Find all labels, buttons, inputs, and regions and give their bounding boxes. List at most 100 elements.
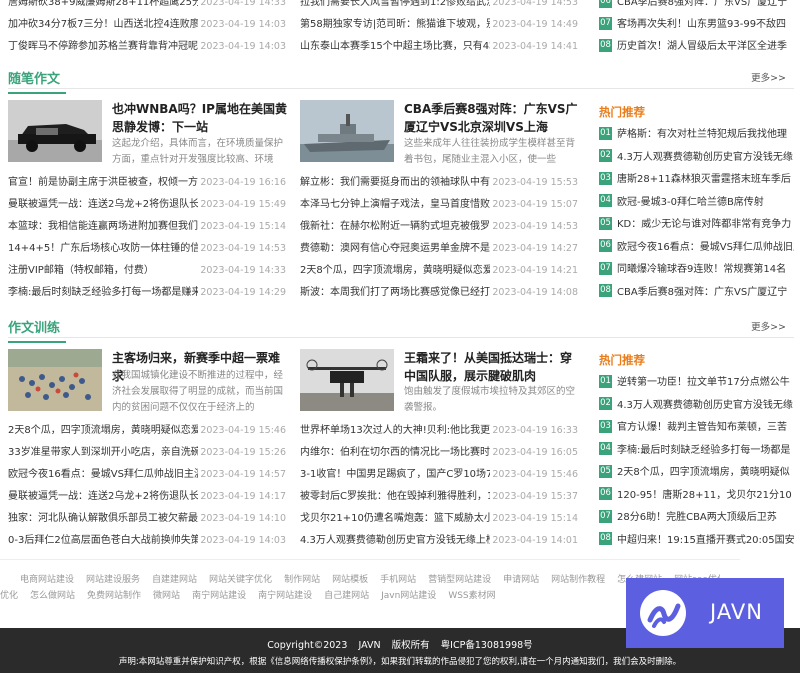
- friend-link[interactable]: 自建建网站: [152, 575, 197, 585]
- news-item[interactable]: 戈贝尔21+10仍遭名嘴炮轰：篮下威胁太小不 2023-04-19 15:14: [300, 508, 578, 530]
- friend-link[interactable]: 网站制作教程: [551, 575, 605, 585]
- news-item[interactable]: 本泽马七分钟上演帽子戏法，皇马首度惜败！ 2023-04-19 15:07: [300, 194, 578, 216]
- feature-title[interactable]: 王霜来了！从美国抵达瑞士：穿中国队服，展示腱破肌肉: [404, 349, 582, 385]
- hot-title[interactable]: 120-95！唐斯28+11，戈贝尔21分10: [617, 490, 792, 501]
- news-item[interactable]: 世界杯单场13次过人的大神!贝利:他比我更伟 2023-04-19 16:33: [300, 420, 578, 442]
- news-title[interactable]: 俄新社：在赫尔松附近一辆豹式坦克被俄罗斯: [300, 216, 490, 238]
- news-title[interactable]: 曼联被逼凭一战：连送2乌龙+2将伤退队长灾: [8, 194, 198, 216]
- friend-link[interactable]: 南宁网站建设: [258, 591, 312, 601]
- news-title[interactable]: 费德勒：澳网有信心夺冠奥运男单金牌不是必: [300, 238, 490, 260]
- news-item[interactable]: 本篮球：我相信能连赢两场进附加赛但我们得服 2023-04-19 15:14: [8, 216, 286, 238]
- hot-title[interactable]: 客场再次失利！山东男篮93-99不敌四: [617, 19, 786, 30]
- hot-title[interactable]: CBA季后赛8强对阵：广东VS广厦辽宁: [617, 0, 787, 8]
- hot-title[interactable]: 欧冠-曼城3-0拜仁哈兰德B席传射: [617, 197, 764, 208]
- news-title[interactable]: 本泽马七分钟上演帽子戏法，皇马首度惜败！: [300, 194, 490, 216]
- news-title[interactable]: 内维尔：伯利在切尔西的情况比一场比赛时更: [300, 442, 490, 464]
- news-title[interactable]: 欧冠今夜16看点：曼城VS拜仁瓜帅战旧主温米: [8, 464, 198, 486]
- friend-link[interactable]: WSS素材网: [448, 591, 495, 601]
- news-title[interactable]: 世界杯单场13次过人的大神!贝利:他比我更伟: [300, 420, 490, 442]
- hot-title[interactable]: 李楠:最后时刻缺乏经验多打每一场都是: [617, 445, 790, 456]
- hot-title[interactable]: CBA季后赛8强对阵：广东VS广厦辽宁: [617, 287, 787, 298]
- feature-title[interactable]: CBA季后赛8强对阵：广东VS广厦辽宁VS北京深圳VS上海: [404, 100, 582, 136]
- javn-badge[interactable]: JAVN: [626, 578, 784, 648]
- news-title[interactable]: 本篮球：我相信能连赢两场进附加赛但我们得服: [8, 216, 198, 238]
- news-item[interactable]: 拉我们需要长大风雪暂停遇到1:2惨败给武汉三 2023-04-19 14:53: [300, 0, 578, 14]
- hot-title[interactable]: 历史首次！湖人冒级后太平洋区全进季: [617, 41, 787, 52]
- friend-link[interactable]: 营销型网站建设: [428, 575, 491, 585]
- news-item[interactable]: 2天8个瓜，四字顶流塌房，黄晓明疑似恋爱， 2023-04-19 14:21: [300, 260, 578, 282]
- news-item[interactable]: 2天8个瓜，四字顶流塌房，黄晓明疑似恋爱， 2023-04-19 15:46: [8, 420, 286, 442]
- news-title[interactable]: 加冲砍34分7板7三分！山西送北控4连败廖三: [8, 14, 198, 36]
- hot-item[interactable]: 05 2天8个瓜，四字顶流塌房，黄晓明疑似: [599, 462, 794, 484]
- old-car-photo-icon[interactable]: [8, 100, 102, 162]
- warship-photo-icon[interactable]: [300, 100, 394, 162]
- friend-link[interactable]: 怎么做网站: [30, 591, 75, 601]
- hot-title[interactable]: 4.3万人观赛费德勒创历史官方没钱无缘: [617, 400, 793, 411]
- friend-link[interactable]: 申请网站: [503, 575, 539, 585]
- news-item[interactable]: 第58期独家专访|范司昕：熊猫谁下坡观，别忘 2023-04-19 14:49: [300, 14, 578, 36]
- news-item[interactable]: 注册VIP邮箱（特权邮箱，付费） 2023-04-19 14:33: [8, 260, 286, 282]
- news-title[interactable]: 拉我们需要长大风雪暂停遇到1:2惨败给武汉三: [300, 0, 490, 14]
- crowd-aerial-photo-icon[interactable]: [8, 349, 102, 411]
- news-title[interactable]: 斯波：本周我们打了两场比赛感觉像已经打进: [300, 282, 490, 304]
- hot-title[interactable]: 欧冠今夜16看点：曼城VS拜仁瓜帅战旧主: [617, 242, 794, 253]
- hot-title[interactable]: 逆转第一功臣！拉文单节17分点燃公牛: [617, 377, 790, 388]
- news-title[interactable]: 官宣！前是协副主席于洪臣被查，权倾一方，: [8, 172, 198, 194]
- feature-title[interactable]: 也冲WNBA吗？IP属地在美国黄思静发博：下一站: [112, 100, 288, 136]
- friend-link[interactable]: 网站建设服务: [86, 575, 140, 585]
- news-title[interactable]: 丁俊晖马不停蹄参加苏格兰赛背靠背冲冠呢PK: [8, 36, 198, 58]
- news-title[interactable]: 2天8个瓜，四字顶流塌房，黄晓明疑似恋爱，: [8, 420, 198, 442]
- hot-item[interactable]: 08 历史首次！湖人冒级后太平洋区全进季: [599, 36, 794, 58]
- news-title[interactable]: 第58期独家专访|范司昕：熊猫谁下坡观，别忘: [300, 14, 490, 36]
- hot-item[interactable]: 02 4.3万人观赛费德勒创历史官方没钱无缘: [599, 395, 794, 417]
- hot-item[interactable]: 01 逆转第一功臣！拉文单节17分点燃公牛: [599, 372, 794, 394]
- news-title[interactable]: 詹姆斯砍38+9威廉姆斯28+11杯超鹰25分江: [8, 0, 198, 14]
- news-title[interactable]: 解立彬：我们需要挺身而出的领袖球队中有经: [300, 172, 490, 194]
- friend-link[interactable]: 网站关键字优化: [209, 575, 272, 585]
- hot-item[interactable]: 07 同曦爆冷输球吞9连败！常规赛第14名: [599, 259, 794, 281]
- hot-title[interactable]: 4.3万人观赛费德勒创历史官方没钱无缘: [617, 152, 793, 163]
- hot-item[interactable]: 01 萨格斯：有次对杜兰特犯规后我找他理: [599, 124, 794, 146]
- news-item[interactable]: 斯波：本周我们打了两场比赛感觉像已经打进 2023-04-19 14:08: [300, 282, 578, 304]
- hot-item[interactable]: 06 CBA季后赛8强对阵：广东VS广厦辽宁: [599, 0, 794, 14]
- hot-title[interactable]: 中超归来！19:15直播开赛式20:05国安: [617, 535, 794, 546]
- hot-item[interactable]: 07 28分6助！完胜CBA两大顶级后卫苏: [599, 507, 794, 529]
- news-item[interactable]: 33岁准星带家人到深圳开小吃店，亲自洗碗送 2023-04-19 15:26: [8, 442, 286, 464]
- hot-item[interactable]: 08 CBA季后赛8强对阵：广东VS广厦辽宁: [599, 282, 794, 304]
- news-item[interactable]: 独家：河北队确认解散俱乐部员工被欠薪最长 2023-04-19 14:10: [8, 508, 286, 530]
- more-link-training[interactable]: 更多>>: [751, 319, 786, 333]
- drone-photo-icon[interactable]: [300, 349, 394, 411]
- news-item[interactable]: 欧冠今夜16看点：曼城VS拜仁瓜帅战旧主温米 2023-04-19 14:57: [8, 464, 286, 486]
- friend-link[interactable]: 制作网站: [284, 575, 320, 585]
- news-title[interactable]: 戈贝尔21+10仍遭名嘴炮轰：篮下威胁太小不: [300, 508, 490, 530]
- hot-title[interactable]: 同曦爆冷输球吞9连败！常规赛第14名: [617, 264, 786, 275]
- news-title[interactable]: 33岁准星带家人到深圳开小吃店，亲自洗碗送: [8, 442, 198, 464]
- more-link-essay[interactable]: 更多>>: [751, 70, 786, 84]
- news-title[interactable]: 0-3后拜仁2位高层面色苍白大战前换帅失策: [8, 530, 198, 552]
- news-item[interactable]: 14+4+5！广东后场核心攻防一体柱锤的信任 2023-04-19 14:53: [8, 238, 286, 260]
- icp-link[interactable]: 粤ICP备13081998号: [441, 640, 533, 651]
- hot-item[interactable]: 03 官方认爆！裁判主管告知布莱顿，三苦: [599, 417, 794, 439]
- news-item[interactable]: 费德勒：澳网有信心夺冠奥运男单金牌不是必 2023-04-19 14:27: [300, 238, 578, 260]
- hot-item[interactable]: 07 客场再次失利！山东男篮93-99不敌四: [599, 14, 794, 36]
- news-title[interactable]: 4.3万人观赛费德勒创历史官方没钱无缘上榜吉: [300, 530, 490, 552]
- hot-item[interactable]: 05 KD：威少无论与谁对阵都非常有竞争力: [599, 214, 794, 236]
- friend-link[interactable]: 网站模板: [332, 575, 368, 585]
- friend-link[interactable]: Javn网站建设: [381, 591, 436, 601]
- news-title[interactable]: 曼联被逼凭一战：连送2乌龙+2将伤退队长灾: [8, 486, 198, 508]
- news-title[interactable]: 李楠:最后时刻缺乏经验多打每一场都是赚来的: [8, 282, 198, 304]
- hot-title[interactable]: KD：威少无论与谁对阵都非常有竞争力: [617, 219, 791, 230]
- friend-link[interactable]: 优化: [0, 591, 18, 601]
- news-item[interactable]: 3-1收官！中国男足踢疯了，国产C罗10场7 2023-04-19 15:46: [300, 464, 578, 486]
- friend-link[interactable]: 南宁网站建设: [192, 591, 246, 601]
- hot-item[interactable]: 06 欧冠今夜16看点：曼城VS拜仁瓜帅战旧主: [599, 237, 794, 259]
- friend-link[interactable]: 微网站: [153, 591, 180, 601]
- news-item[interactable]: 0-3后拜仁2位高层面色苍白大战前换帅失策 2023-04-19 14:03: [8, 530, 286, 552]
- news-item[interactable]: 山东泰山本赛季15个中超主场比赛，只有4场 2023-04-19 14:41: [300, 36, 578, 58]
- hot-title[interactable]: 2天8个瓜，四字顶流塌房，黄晓明疑似: [617, 467, 790, 478]
- friend-link[interactable]: 手机网站: [380, 575, 416, 585]
- friend-link[interactable]: 自己建网站: [324, 591, 369, 601]
- news-title[interactable]: 2天8个瓜，四字顶流塌房，黄晓明疑似恋爱，: [300, 260, 490, 282]
- news-item[interactable]: 4.3万人观赛费德勒创历史官方没钱无缘上榜吉 2023-04-19 14:01: [300, 530, 578, 552]
- friend-link[interactable]: 免费网站制作: [87, 591, 141, 601]
